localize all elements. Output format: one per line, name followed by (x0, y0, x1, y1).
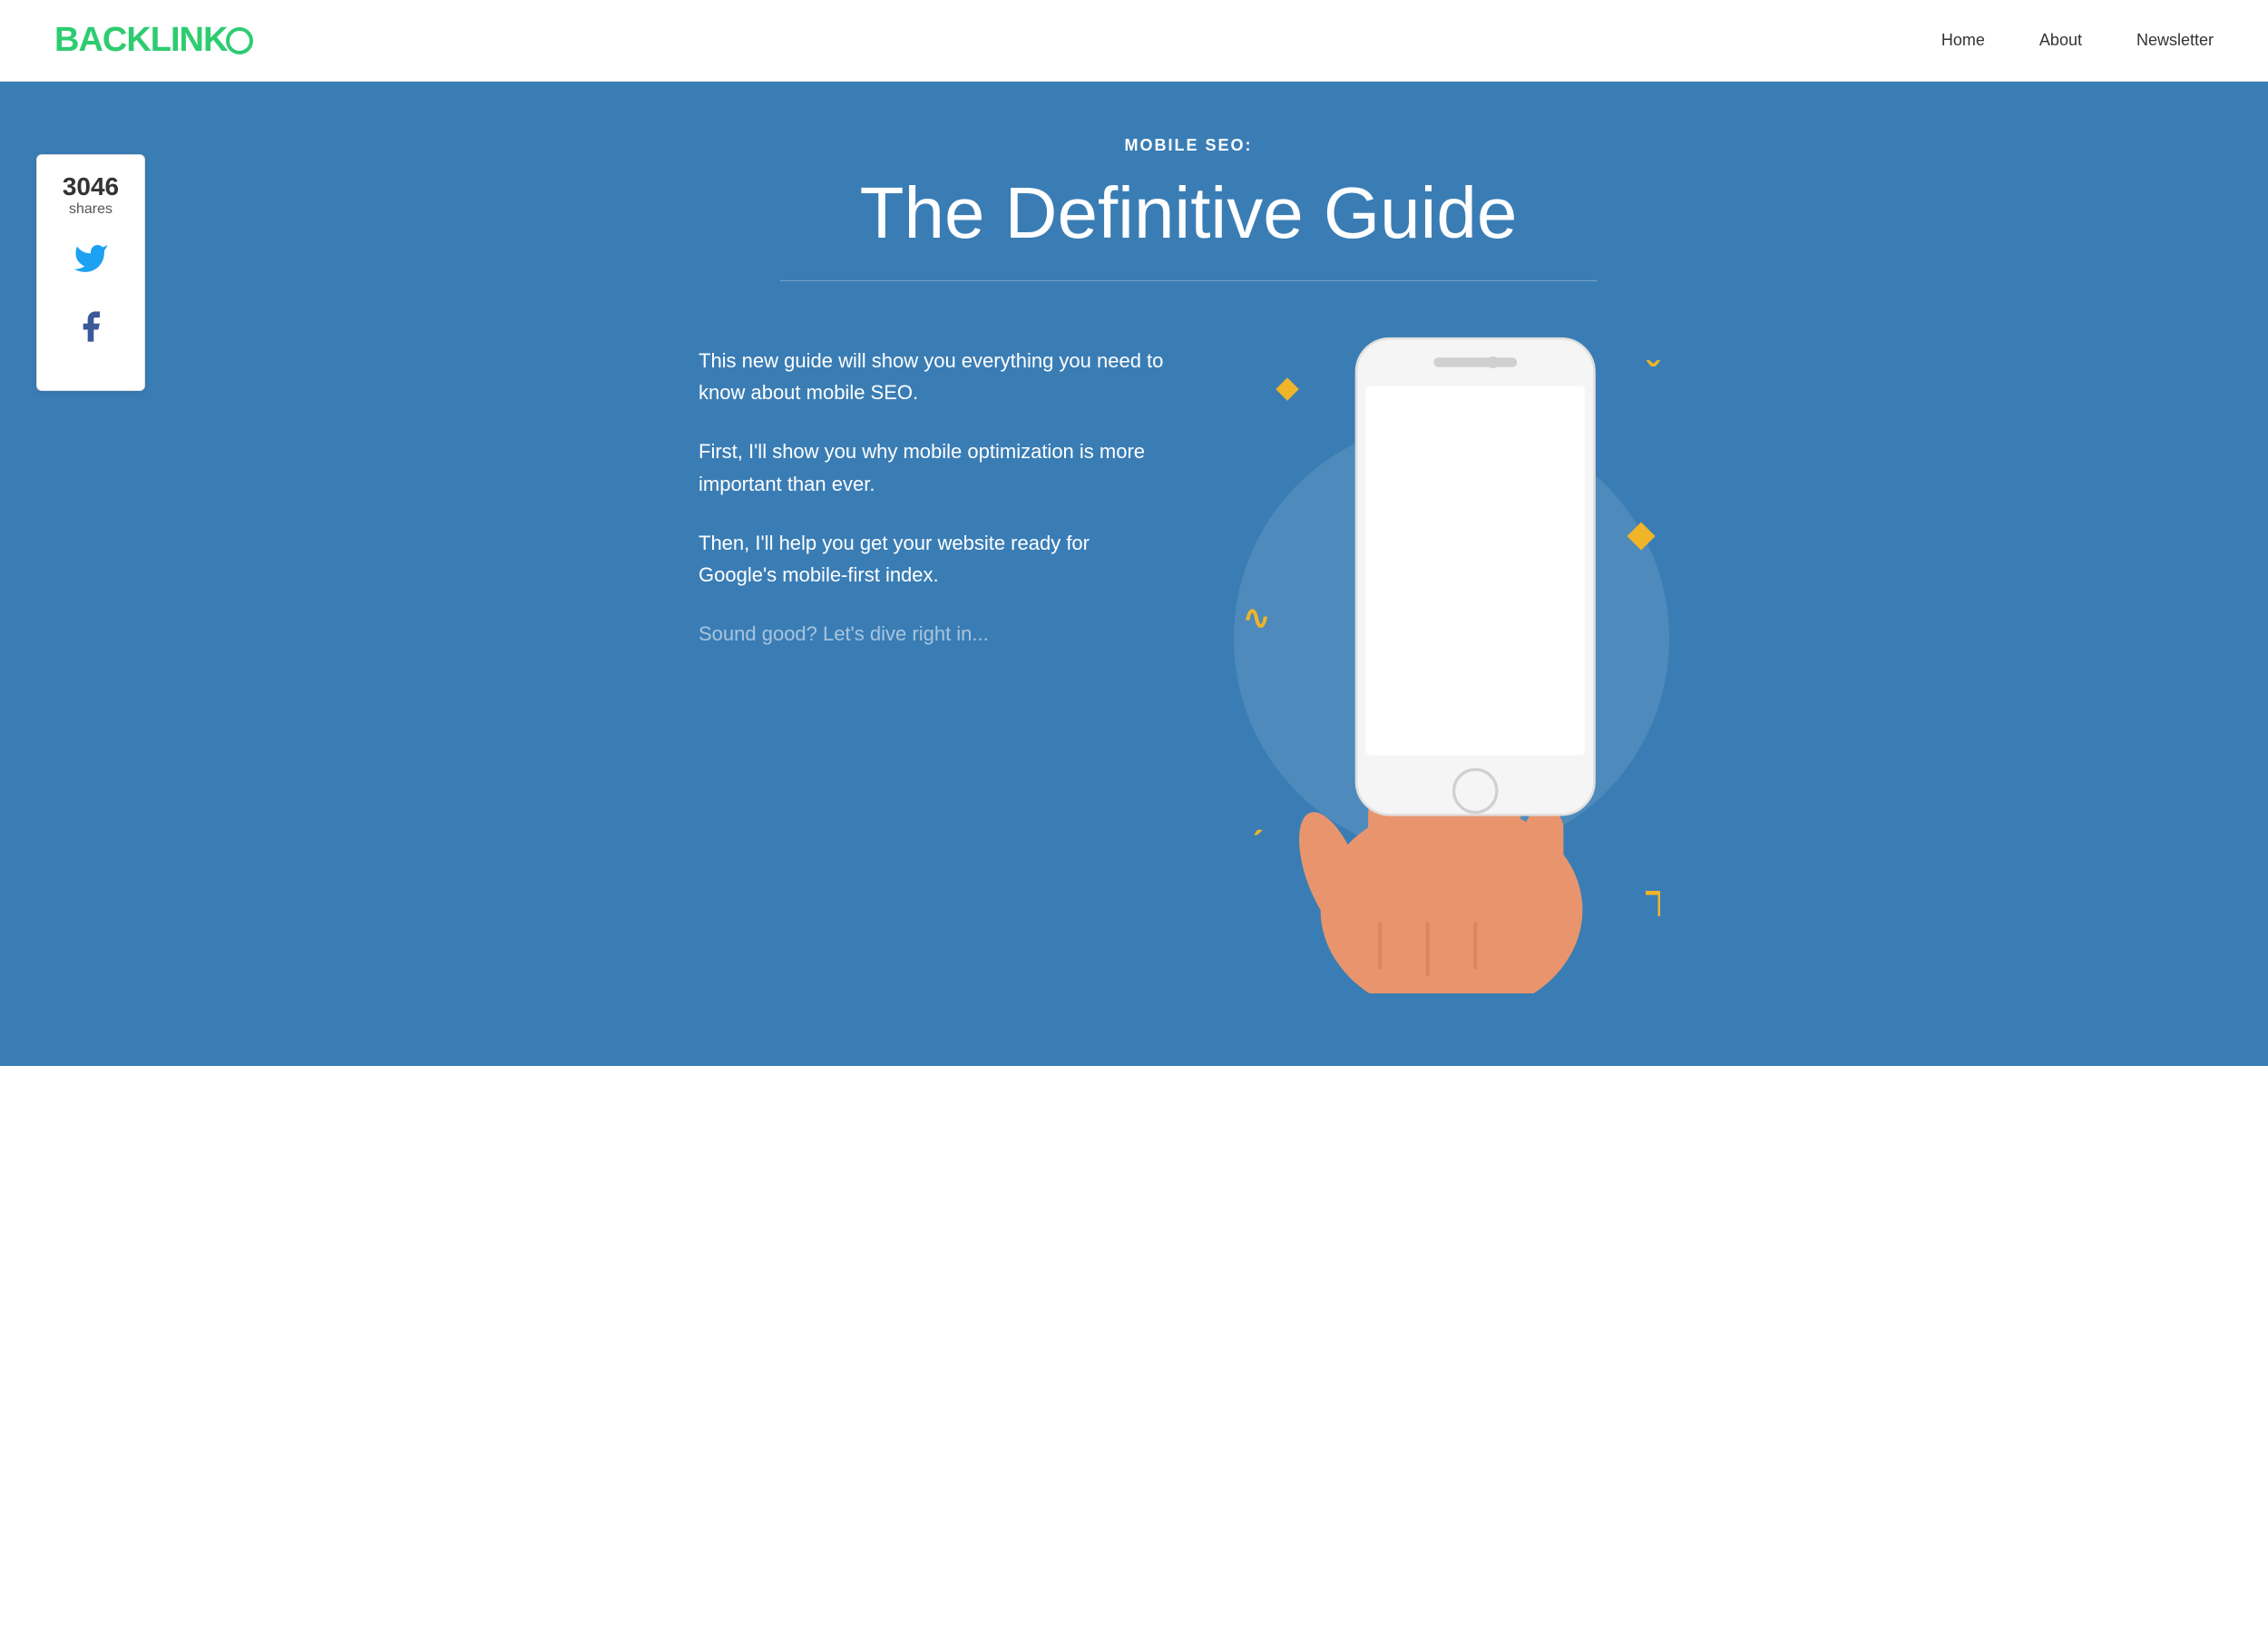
logo-text: BACKLINK (54, 21, 253, 60)
nav-home[interactable]: Home (1941, 31, 1985, 50)
deco-curl-bottomleft: ˊ (1252, 823, 1265, 866)
hero-body: This new guide will show you everything … (699, 327, 1678, 993)
share-sidebar: 3046 shares (36, 154, 145, 391)
hero-subtitle: MOBILE SEO: (699, 136, 1678, 155)
facebook-share-button[interactable] (62, 303, 120, 361)
phone-illustration-wrapper: ˇ ∿ ˊ (1225, 327, 1678, 993)
hero-title: The Definitive Guide (699, 173, 1678, 253)
twitter-share-button[interactable] (62, 234, 120, 292)
hero-content: MOBILE SEO: The Definitive Guide This ne… (590, 136, 1678, 993)
logo[interactable]: BACKLINK (54, 21, 253, 60)
nav-about[interactable]: About (2039, 31, 2082, 50)
logo-o-circle (226, 27, 253, 54)
share-label: shares (46, 201, 135, 218)
hero-paragraph-1: This new guide will show you everything … (699, 345, 1170, 408)
nav-newsletter[interactable]: Newsletter (2136, 31, 2214, 50)
facebook-icon (73, 308, 109, 355)
hero-paragraph-2: First, I'll show you why mobile optimiza… (699, 435, 1170, 499)
hero-paragraph-4: Sound good? Let's dive right in... (699, 618, 1170, 650)
hero-paragraph-3: Then, I'll help you get your website rea… (699, 527, 1170, 591)
deco-curl-topright: ˇ (1647, 354, 1660, 397)
deco-diamond-midright (1631, 526, 1651, 546)
main-nav: Home About Newsletter (1941, 31, 2214, 50)
deco-bracket-bottomright (1628, 891, 1660, 921)
logo-backlink-text: BACKLINK (54, 21, 227, 60)
hero-section: 3046 shares MOBILE SEO: The Definitive G… (0, 82, 2268, 1066)
deco-diamond-topleft (1279, 381, 1295, 397)
deco-wave-midleft: ∿ (1243, 599, 1270, 637)
hero-text-block: This new guide will show you everything … (699, 327, 1170, 677)
hero-divider (780, 280, 1597, 281)
share-count: 3046 (46, 173, 135, 201)
phone-svg (1261, 327, 1642, 993)
twitter-icon (73, 240, 109, 286)
header: BACKLINK Home About Newsletter (0, 0, 2268, 82)
